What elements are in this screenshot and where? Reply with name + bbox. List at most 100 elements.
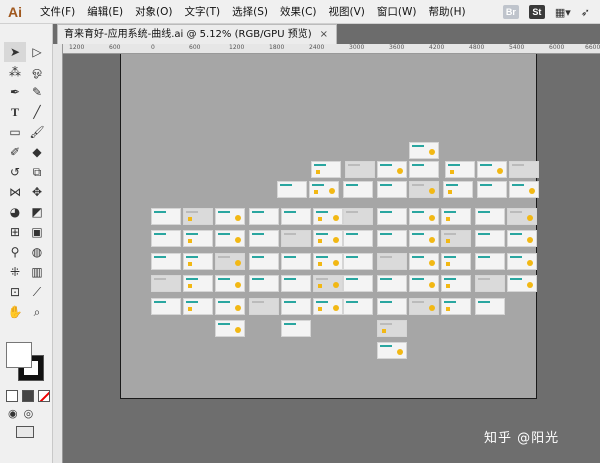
artwork-thumbnail[interactable]: [313, 275, 343, 292]
artwork-thumbnail[interactable]: [313, 208, 343, 225]
artwork-thumbnail[interactable]: [475, 253, 505, 270]
fill-color-swatch[interactable]: [6, 342, 32, 368]
artwork-thumbnail[interactable]: [215, 230, 245, 247]
slice-icon[interactable]: ⟋: [26, 282, 48, 302]
artwork-thumbnail[interactable]: [507, 275, 537, 292]
artwork-thumbnail[interactable]: [215, 253, 245, 270]
paintbrush-icon[interactable]: 🖌: [26, 122, 48, 142]
column-graph-icon[interactable]: ▥: [26, 262, 48, 282]
artwork-thumbnail[interactable]: [475, 208, 505, 225]
artwork-thumbnail[interactable]: [277, 181, 307, 198]
artwork-thumbnail[interactable]: [343, 275, 373, 292]
symbol-sprayer-icon[interactable]: ⁜: [4, 262, 26, 282]
artboard-icon[interactable]: ⊡: [4, 282, 26, 302]
artboard[interactable]: [120, 54, 539, 399]
artwork-thumbnail[interactable]: [215, 320, 245, 337]
artwork-thumbnail[interactable]: [151, 298, 181, 315]
width-tool-icon[interactable]: ⋈: [4, 182, 26, 202]
line-segment-icon[interactable]: ╱: [26, 102, 48, 122]
artwork-thumbnail[interactable]: [311, 161, 341, 178]
artwork-thumbnail[interactable]: [377, 298, 407, 315]
artwork-thumbnail[interactable]: [377, 320, 407, 337]
artwork-thumbnail[interactable]: [281, 275, 311, 292]
artwork-thumbnail[interactable]: [309, 181, 339, 198]
menu-object[interactable]: 对象(O): [129, 0, 178, 24]
artwork-thumbnail[interactable]: [475, 275, 505, 292]
feather-icon[interactable]: ➶: [581, 6, 590, 19]
eraser-icon[interactable]: ◆: [26, 142, 48, 162]
artwork-thumbnail[interactable]: [507, 253, 537, 270]
artwork-thumbnail[interactable]: [183, 230, 213, 247]
vertical-ruler[interactable]: [53, 44, 63, 463]
curvature-icon[interactable]: ✎: [26, 82, 48, 102]
artwork-thumbnail[interactable]: [249, 230, 279, 247]
artwork-thumbnail[interactable]: [477, 161, 507, 178]
artwork-thumbnail[interactable]: [377, 161, 407, 178]
gradient-icon[interactable]: ▣: [26, 222, 48, 242]
bridge-button[interactable]: Br: [502, 5, 519, 19]
rotate-icon[interactable]: ↺: [4, 162, 26, 182]
artwork-thumbnail[interactable]: [475, 298, 505, 315]
artwork-thumbnail[interactable]: [441, 208, 471, 225]
gradient-mode-icon[interactable]: [22, 390, 34, 402]
artwork-thumbnail[interactable]: [509, 161, 539, 178]
artwork-thumbnail[interactable]: [343, 181, 373, 198]
artwork-thumbnail[interactable]: [445, 161, 475, 178]
artwork-thumbnail[interactable]: [409, 161, 439, 178]
artwork-thumbnail[interactable]: [343, 253, 373, 270]
menu-effect[interactable]: 效果(C): [274, 0, 323, 24]
artwork-thumbnail[interactable]: [441, 298, 471, 315]
artwork-thumbnail[interactable]: [377, 253, 407, 270]
menu-window[interactable]: 窗口(W): [371, 0, 423, 24]
draw-behind-icon[interactable]: ◎: [24, 407, 34, 420]
artwork-thumbnail[interactable]: [377, 275, 407, 292]
magic-wand-icon[interactable]: ⁂: [4, 62, 26, 82]
artwork-thumbnail[interactable]: [281, 298, 311, 315]
rectangle-icon[interactable]: ▭: [4, 122, 26, 142]
draw-normal-icon[interactable]: ◉: [8, 407, 18, 420]
artwork-thumbnail[interactable]: [183, 275, 213, 292]
pen-icon[interactable]: ✒: [4, 82, 26, 102]
artwork-thumbnail[interactable]: [281, 208, 311, 225]
menu-select[interactable]: 选择(S): [226, 0, 274, 24]
artwork-thumbnail[interactable]: [409, 298, 439, 315]
artwork-thumbnail[interactable]: [281, 320, 311, 337]
artwork-thumbnail[interactable]: [249, 253, 279, 270]
color-mode-icon[interactable]: [6, 390, 18, 402]
artwork-thumbnail[interactable]: [475, 230, 505, 247]
artwork-thumbnail[interactable]: [151, 253, 181, 270]
artwork-thumbnail[interactable]: [313, 253, 343, 270]
document-tab[interactable]: 育来育好-应用系统-曲线.ai @ 5.12% (RGB/GPU 预览) ×: [57, 24, 338, 44]
artwork-thumbnail[interactable]: [151, 230, 181, 247]
shape-builder-icon[interactable]: ◕: [4, 202, 26, 222]
perspective-icon[interactable]: ◩: [26, 202, 48, 222]
menu-type[interactable]: 文字(T): [179, 0, 227, 24]
artwork-thumbnail[interactable]: [409, 142, 439, 159]
mesh-icon[interactable]: ⊞: [4, 222, 26, 242]
canvas-pasteboard[interactable]: [63, 54, 600, 463]
artwork-thumbnail[interactable]: [215, 208, 245, 225]
type-icon[interactable]: T: [4, 102, 26, 122]
eyedropper-icon[interactable]: ⚲: [4, 242, 26, 262]
artwork-thumbnail[interactable]: [409, 275, 439, 292]
artwork-thumbnail[interactable]: [377, 181, 407, 198]
artwork-thumbnail[interactable]: [215, 298, 245, 315]
none-mode-icon[interactable]: [38, 390, 50, 402]
artwork-thumbnail[interactable]: [507, 208, 537, 225]
menu-file[interactable]: 文件(F): [34, 0, 81, 24]
artwork-thumbnail[interactable]: [151, 208, 181, 225]
artwork-thumbnail[interactable]: [409, 208, 439, 225]
hand-icon[interactable]: ✋: [4, 302, 26, 322]
artwork-thumbnail[interactable]: [215, 275, 245, 292]
zoom-icon[interactable]: ⌕: [26, 302, 48, 322]
artwork-thumbnail[interactable]: [345, 161, 375, 178]
artwork-thumbnail[interactable]: [249, 298, 279, 315]
artwork-thumbnail[interactable]: [377, 208, 407, 225]
artwork-thumbnail[interactable]: [409, 181, 439, 198]
artwork-thumbnail[interactable]: [183, 298, 213, 315]
artwork-thumbnail[interactable]: [281, 230, 311, 247]
artwork-thumbnail[interactable]: [441, 275, 471, 292]
selection-tool-icon[interactable]: ➤: [4, 42, 26, 62]
artwork-thumbnail[interactable]: [477, 181, 507, 198]
artwork-thumbnail[interactable]: [343, 298, 373, 315]
